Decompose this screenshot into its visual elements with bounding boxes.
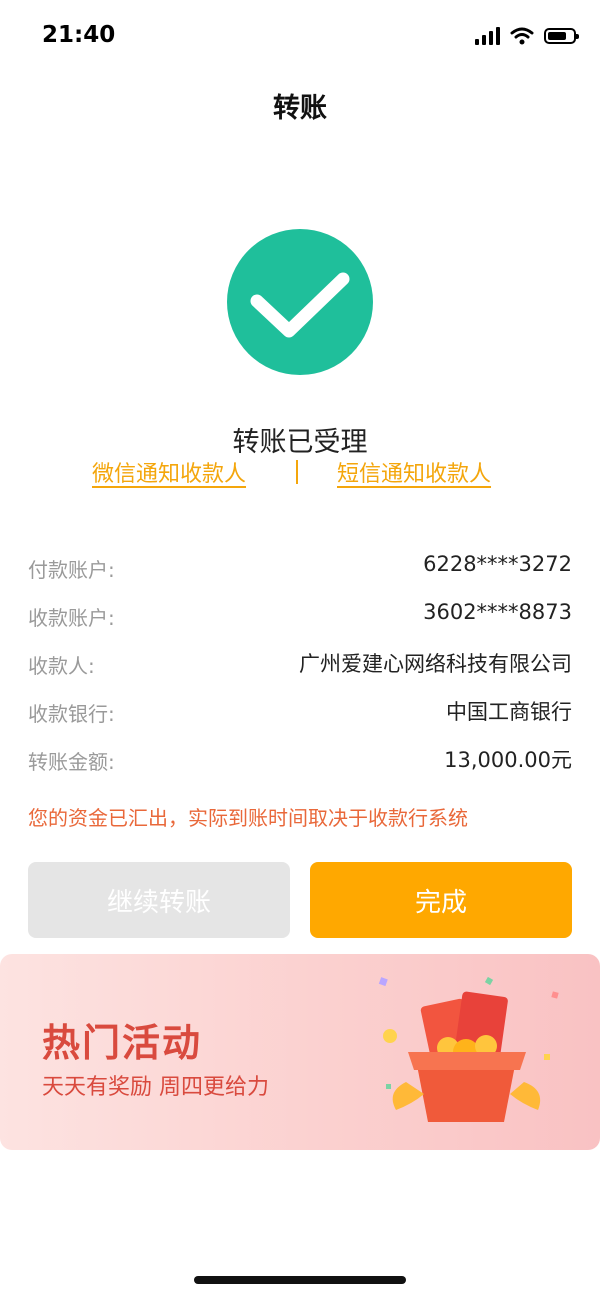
home-indicator — [194, 1276, 406, 1284]
info-label: 收款银行: — [28, 702, 115, 726]
sms-notify-link[interactable]: 短信通知收款人 — [337, 456, 491, 488]
check-circle-icon — [227, 229, 373, 375]
continue-transfer-button[interactable]: 继续转账 — [28, 862, 290, 938]
page-title: 转账 — [273, 93, 327, 124]
result-title: 转账已受理 — [232, 427, 368, 458]
info-value: 6228****3272 — [423, 552, 572, 576]
status-bar: 21:40 — [0, 0, 600, 70]
notify-divider — [296, 460, 298, 484]
info-value: 中国工商银行 — [446, 700, 572, 724]
info-label: 收款人: — [28, 654, 95, 678]
promo-title: 热门活动 — [42, 1021, 203, 1065]
notify-row: 微信通知收款人 短信通知收款人 — [0, 456, 600, 490]
gift-box-icon — [378, 976, 559, 1122]
status-time: 21:40 — [42, 22, 116, 48]
info-row-amount: 转账金额: 13,000.00元 — [28, 742, 572, 778]
info-row-payee-account: 收款账户: 3602****8873 — [28, 598, 572, 634]
info-value: 3602****8873 — [423, 600, 572, 624]
wechat-notify-link[interactable]: 微信通知收款人 — [92, 456, 246, 488]
info-value: 广州爱建心网络科技有限公司 — [299, 652, 572, 676]
wifi-icon — [510, 27, 534, 45]
battery-icon — [544, 28, 579, 44]
info-label: 付款账户: — [28, 558, 115, 582]
info-label: 收款账户: — [28, 606, 115, 630]
promo-subtitle: 天天有奖励 周四更给力 — [42, 1075, 269, 1100]
info-row-payee-bank: 收款银行: 中国工商银行 — [28, 694, 572, 730]
status-icons — [475, 24, 579, 48]
signal-icon — [475, 27, 500, 45]
transfer-notice: 您的资金已汇出，实际到账时间取决于收款行系统 — [28, 806, 468, 830]
info-row-payer-account: 付款账户: 6228****3272 — [28, 550, 572, 586]
promo-banner[interactable]: 热门活动 天天有奖励 周四更给力 — [0, 954, 600, 1150]
info-label: 转账金额: — [28, 750, 115, 774]
info-value: 13,000.00元 — [444, 748, 572, 772]
info-row-payee: 收款人: 广州爱建心网络科技有限公司 — [28, 646, 572, 682]
done-button[interactable]: 完成 — [310, 862, 572, 938]
